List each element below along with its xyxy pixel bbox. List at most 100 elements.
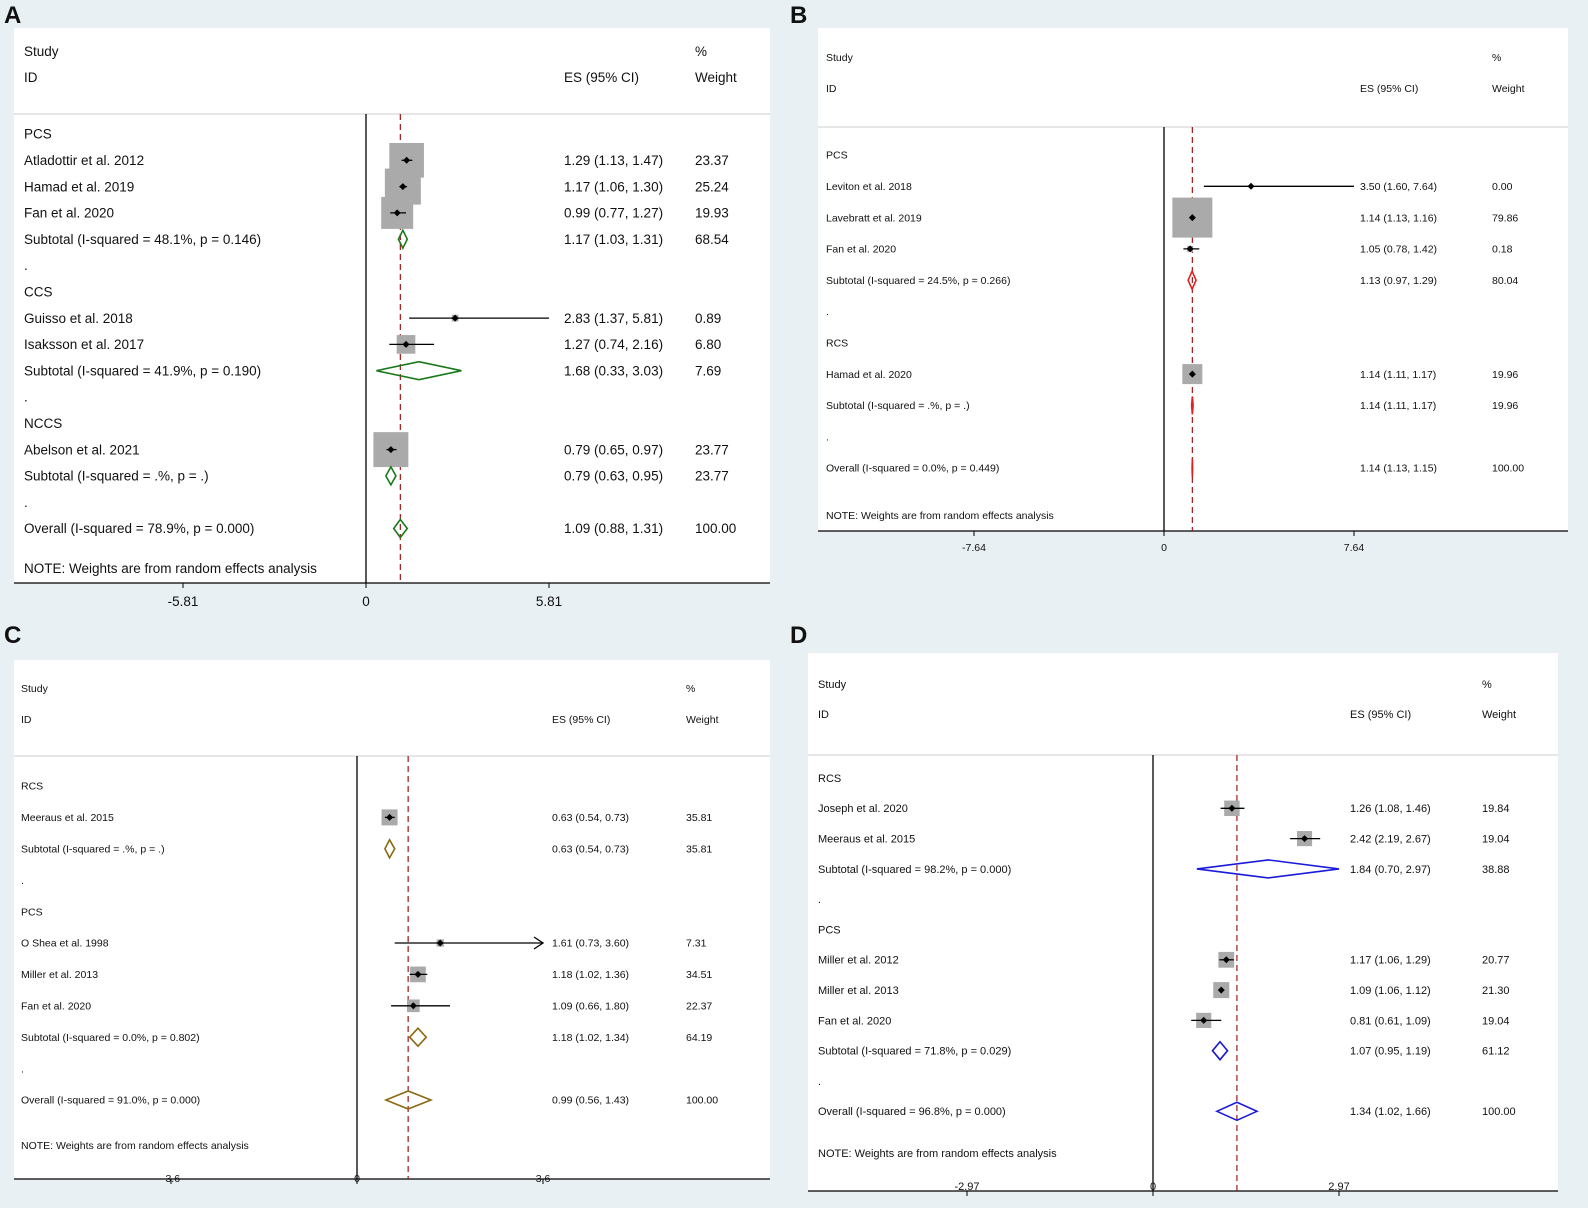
study-label: Guisso et al. 2018 xyxy=(24,311,133,326)
row-spacer-dot: . xyxy=(21,875,24,887)
study-label: Joseph et al. 2020 xyxy=(818,803,908,815)
x-tick-label: -3.6 xyxy=(162,1173,180,1185)
subtotal-label: Subtotal (I-squared = .%, p = .) xyxy=(24,469,209,484)
header-percent: % xyxy=(686,683,695,695)
overall-label: Overall (I-squared = 96.8%, p = 0.000) xyxy=(818,1106,1006,1118)
x-tick-label: -2.97 xyxy=(954,1181,979,1193)
x-tick-label: 5.81 xyxy=(536,594,562,609)
row-spacer-dot: . xyxy=(21,1063,24,1075)
study-label: Meeraus et al. 2015 xyxy=(21,812,114,824)
header-es: ES (95% CI) xyxy=(1360,83,1418,95)
es-ci-value: 1.09 (0.88, 1.31) xyxy=(564,521,663,536)
group-label: RCS xyxy=(21,781,43,793)
study-label: Fan et al. 2020 xyxy=(826,244,896,256)
weight-value: 19.84 xyxy=(1482,803,1510,815)
es-ci-value: 1.09 (1.06, 1.12) xyxy=(1350,985,1431,997)
weight-value: 23.37 xyxy=(695,153,729,168)
x-tick-label: 0 xyxy=(1161,542,1167,554)
es-ci-value: 1.13 (0.97, 1.29) xyxy=(1360,275,1437,287)
weight-value: 7.69 xyxy=(695,363,721,378)
es-ci-value: 1.14 (1.13, 1.15) xyxy=(1360,463,1437,475)
es-ci-value: 1.61 (0.73, 3.60) xyxy=(552,938,629,950)
subtotal-label: Subtotal (I-squared = 24.5%, p = 0.266) xyxy=(826,275,1010,287)
group-label: RCS xyxy=(818,773,841,785)
study-label: Miller et al. 2013 xyxy=(21,969,98,981)
weight-value: 38.88 xyxy=(1482,864,1510,876)
subtotal-diamond xyxy=(1190,396,1194,415)
es-ci-value: 1.84 (0.70, 2.97) xyxy=(1350,864,1431,876)
weight-value: 6.80 xyxy=(695,337,721,352)
subtotal-label: Subtotal (I-squared = .%, p = .) xyxy=(21,843,165,855)
weight-value: 0.00 xyxy=(1492,181,1513,193)
weights-note: NOTE: Weights are from random effects an… xyxy=(826,510,1054,522)
weight-value: 19.93 xyxy=(695,206,729,221)
es-ci-value: 1.34 (1.02, 1.66) xyxy=(1350,1106,1431,1118)
es-ci-value: 0.99 (0.56, 1.43) xyxy=(552,1095,629,1107)
subtotal-label: Subtotal (I-squared = 71.8%, p = 0.029) xyxy=(818,1046,1011,1058)
subtotal-label: Subtotal (I-squared = 41.9%, p = 0.190) xyxy=(24,363,261,378)
study-label: Hamad et al. 2019 xyxy=(24,179,134,194)
row-spacer-dot: . xyxy=(24,390,28,405)
weight-value: 20.77 xyxy=(1482,955,1510,967)
x-tick-label: 7.64 xyxy=(1344,542,1365,554)
es-ci-value: 1.05 (0.78, 1.42) xyxy=(1360,244,1437,256)
study-label: Hamad et al. 2020 xyxy=(826,369,912,381)
study-label: Isaksson et al. 2017 xyxy=(24,337,144,352)
forest-plot-b: Study ID ES (95% CI)% Weight -7.64 0 7.64 PCS Le… xyxy=(818,28,1568,554)
weight-value: 35.81 xyxy=(686,812,712,824)
es-ci-value: 3.50 (1.60, 7.64) xyxy=(1360,181,1437,193)
study-label: Abelson et al. 2021 xyxy=(24,442,140,457)
header-es: ES (95% CI) xyxy=(1350,709,1411,721)
header-es: ES (95% CI) xyxy=(552,714,610,726)
x-tick-label: -7.64 xyxy=(962,542,986,554)
group-label: PCS xyxy=(24,127,52,142)
header-percent: % xyxy=(1482,679,1492,691)
study-label: Miller et al. 2012 xyxy=(818,955,899,967)
es-ci-value: 1.68 (0.33, 3.03) xyxy=(564,363,663,378)
subtotal-label: Subtotal (I-squared = .%, p = .) xyxy=(826,400,970,412)
row-spacer-dot: . xyxy=(818,1076,821,1088)
weight-value: 35.81 xyxy=(686,843,712,855)
weight-value: 100.00 xyxy=(1482,1106,1516,1118)
weight-value: 100.00 xyxy=(695,521,736,536)
row-spacer-dot: . xyxy=(24,258,28,273)
es-ci-value: 0.63 (0.54, 0.73) xyxy=(552,843,629,855)
overall-label: Overall (I-squared = 91.0%, p = 0.000) xyxy=(21,1095,200,1107)
weight-value: 100.00 xyxy=(1492,463,1524,475)
weight-value: 100.00 xyxy=(686,1095,718,1107)
header-id: ID xyxy=(21,714,32,726)
weight-value: 25.24 xyxy=(695,179,729,194)
forest-plot-d: Study ID ES (95% CI)% Weight -2.97 0 2.97 RCS Jo… xyxy=(808,653,1558,1196)
weight-value: 0.18 xyxy=(1492,244,1513,256)
es-ci-value: 2.42 (2.19, 2.67) xyxy=(1350,833,1431,845)
es-ci-value: 1.18 (1.02, 1.34) xyxy=(552,1032,629,1044)
weight-value: 80.04 xyxy=(1492,275,1518,287)
es-ci-value: 0.99 (0.77, 1.27) xyxy=(564,206,663,221)
plot-background xyxy=(14,28,770,583)
study-label: Lavebratt et al. 2019 xyxy=(826,212,922,224)
header-study: Study xyxy=(826,52,854,64)
weight-value: 68.54 xyxy=(695,232,729,247)
study-label: Fan et al. 2020 xyxy=(21,1000,91,1012)
header-percent: % xyxy=(1492,52,1501,64)
weights-note: NOTE: Weights are from random effects an… xyxy=(818,1148,1057,1160)
es-ci-value: 1.17 (1.03, 1.31) xyxy=(564,232,663,247)
header-id: ID xyxy=(818,709,829,721)
group-label: PCS xyxy=(826,150,848,162)
subtotal-label: Subtotal (I-squared = 98.2%, p = 0.000) xyxy=(818,864,1011,876)
header-weight: Weight xyxy=(686,714,719,726)
study-label: Fan et al. 2020 xyxy=(24,206,114,221)
header-id: ID xyxy=(24,70,38,85)
group-label: NCCS xyxy=(24,416,62,431)
header-id: ID xyxy=(826,83,837,95)
group-label: CCS xyxy=(24,285,53,300)
row-spacer-dot: . xyxy=(826,431,829,443)
es-ci-value: 1.27 (0.74, 2.16) xyxy=(564,337,663,352)
row-spacer-dot: . xyxy=(24,495,28,510)
es-ci-value: 1.14 (1.11, 1.17) xyxy=(1360,369,1436,381)
header-study: Study xyxy=(21,683,49,695)
weight-value: 21.30 xyxy=(1482,985,1510,997)
weight-value: 64.19 xyxy=(686,1032,712,1044)
forest-plot-c: Study ID ES (95% CI)% Weight -3.6 0 3.6 RCS Meer… xyxy=(14,660,770,1185)
es-ci-value: 0.81 (0.61, 1.09) xyxy=(1350,1015,1431,1027)
